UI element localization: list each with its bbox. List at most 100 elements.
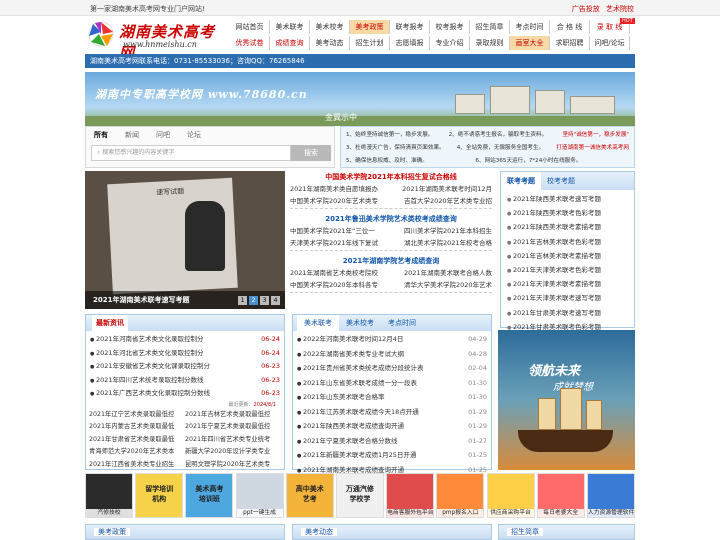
- exam-news-row[interactable]: ● 2021年陕西美术联考成绩查询开通 01-29: [293, 420, 491, 435]
- headline-link[interactable]: 2021年湖南美术联考合格人数: [404, 267, 492, 279]
- headline-link[interactable]: 中国美术学院2020年本科各专: [290, 279, 378, 291]
- news-row[interactable]: ● 2021年广西艺术类文化录取控制分数线 06-23: [86, 387, 284, 401]
- nav-item[interactable]: 录取规则: [470, 36, 510, 50]
- headline-link[interactable]: 2021年湖南美术类自愿填报办: [290, 183, 378, 195]
- nav-item[interactable]: 志愿填报: [390, 36, 430, 50]
- exam-news-row[interactable]: ● 2021年贵州省美术类统考成绩分段统计表 02-04: [293, 362, 491, 377]
- ad-tile[interactable]: ppt一键生成: [235, 473, 284, 518]
- headline-link[interactable]: 湖北美术学院2021年校考合格: [404, 237, 492, 249]
- news-grid-link[interactable]: 2021年辽宁艺术类录取最低控: [89, 409, 185, 421]
- nav-item[interactable]: 优秀试卷: [230, 36, 270, 50]
- banner-ad[interactable]: 湖南中专职高学校网 www.78680.cn 金冀示中: [85, 72, 635, 126]
- news-grid-link[interactable]: 昆明文理学院2020年艺术类专: [185, 459, 281, 471]
- nav-item[interactable]: 招生简章: [470, 20, 510, 34]
- headline-link[interactable]: 天津美术学院2021年线下复试: [290, 237, 378, 249]
- nav-item[interactable]: 问吧/论坛: [590, 36, 630, 50]
- ad-tile[interactable]: 万通汽修 学校学: [335, 473, 384, 518]
- exam-news-row[interactable]: ● 2022年河南美术联考时间12月4日 04-29: [293, 333, 491, 348]
- nav-item[interactable]: 美术校考: [310, 20, 350, 34]
- site-logo[interactable]: 湖南美术高考网 www.hnmeishu.cn: [87, 18, 227, 62]
- news-row[interactable]: ● 2021年河北省艺术类文化录取控制分 06-24: [86, 347, 284, 361]
- ad-tile[interactable]: 高中美术 艺考: [285, 473, 334, 518]
- tab-art-joint-exam[interactable]: 美术联考: [297, 315, 339, 331]
- ad-tile[interactable]: 汽修技校: [85, 473, 133, 518]
- exam-question-link[interactable]: ● 2021年甘肃美术联考速写考题: [507, 307, 628, 321]
- news-grid-link[interactable]: 2021年宁夏艺术类录取最低控: [185, 421, 281, 433]
- nav-item[interactable]: 校考报考: [430, 20, 470, 34]
- news-row[interactable]: ● 2021年四川艺术统考录取控制分数线 06-23: [86, 374, 284, 388]
- tab-art-school-exam[interactable]: 美术校考: [339, 315, 381, 331]
- headline-link[interactable]: 四川美术学院2021年本科招生: [404, 225, 492, 237]
- exam-question-link[interactable]: ● 2021年陕西美术联考色彩考题: [507, 207, 628, 221]
- headline-link[interactable]: 2021年湖南美术联考时间12月: [402, 183, 492, 195]
- slide-dot-1[interactable]: 1: [238, 296, 247, 305]
- notice-highlight[interactable]: 打造湖南第一诚信美术高考网: [556, 142, 629, 155]
- search-tab-news[interactable]: 新闻: [125, 130, 139, 140]
- nav-item[interactable]: 考点时间: [510, 20, 550, 34]
- ad-tile[interactable]: 供应商采购平台: [486, 473, 535, 518]
- search-input[interactable]: ⌕ 搜索您感兴趣的内容关键字: [91, 145, 291, 161]
- headline-link[interactable]: 中国美术学院2020年艺术类专: [290, 195, 378, 207]
- exam-question-link[interactable]: ● 2021年吉林美术联考色彩考题: [507, 236, 628, 250]
- headline-link[interactable]: 清华大学美术学院2020年艺术: [404, 279, 492, 291]
- search-button[interactable]: 搜索: [291, 145, 331, 161]
- exam-question-link[interactable]: ● 2021年陕西美术联考素描考题: [507, 221, 628, 235]
- headline-title[interactable]: 2021年湖南学院艺考成绩查询: [290, 255, 492, 267]
- headline-title[interactable]: 2021年鲁迅美术学院艺术类校考成绩查询: [290, 213, 492, 225]
- nav-item[interactable]: 美考政策: [350, 20, 390, 34]
- exam-question-link[interactable]: ● 2021年天津美术联考色彩考题: [507, 264, 628, 278]
- ad-link[interactable]: 广告投放: [572, 5, 600, 13]
- slide-dot-3[interactable]: 3: [260, 296, 269, 305]
- exam-question-link[interactable]: ● 2021年天津美术联考速写考题: [507, 292, 628, 306]
- news-row[interactable]: ● 2021年河南省艺术类文化录取控制分 06-24: [86, 333, 284, 347]
- slideshow[interactable]: 速写试题 2021年湖南美术联考速写考题 1 2 3 4: [85, 171, 285, 309]
- headline-link[interactable]: 2021年湖南省艺术类校考院校: [290, 267, 378, 279]
- headline-link[interactable]: 中国美术学院2021年“三位一: [290, 225, 375, 237]
- admission-section-title[interactable]: 招生简章: [507, 528, 543, 536]
- notice-highlight[interactable]: 坚持"诚信第一，稳步发展": [562, 129, 629, 142]
- news-grid-link[interactable]: 2021年吉林艺术类录取最低控: [185, 409, 281, 421]
- nav-item[interactable]: 画室大全: [510, 36, 550, 50]
- nav-item[interactable]: 招生计划: [350, 36, 390, 50]
- news-grid-link[interactable]: 2021年甘肃省艺术类录取最低: [89, 434, 185, 446]
- news-grid-link[interactable]: 2021年四川省艺术类专业统考: [185, 434, 281, 446]
- slide-dot-4[interactable]: 4: [271, 296, 280, 305]
- news-grid-link[interactable]: 2021年内蒙古艺术类录取最低: [89, 421, 185, 433]
- nav-item[interactable]: 合 格 线: [550, 20, 590, 34]
- slide-dot-2[interactable]: 2: [249, 296, 258, 305]
- ship-banner-ad[interactable]: 领航未来 成就梦想: [498, 330, 635, 470]
- exam-news-row[interactable]: ● 2021年新疆美术联考成绩1月25日开通 01-25: [293, 449, 491, 464]
- news-section-title[interactable]: 美考动态: [301, 528, 337, 536]
- ad-tile[interactable]: 留学培训 机构: [135, 473, 184, 518]
- policy-section-title[interactable]: 美考政策: [94, 528, 130, 536]
- exam-question-link[interactable]: ● 2021年天津美术联考素描考题: [507, 278, 628, 292]
- nav-item[interactable]: 美考动态: [310, 36, 350, 50]
- ad-tile[interactable]: pmp报名入口: [436, 473, 485, 518]
- search-tab-forum[interactable]: 论坛: [187, 130, 201, 140]
- news-grid-link[interactable]: 2021年江西省美术类专业招生: [89, 459, 185, 471]
- ad-tile[interactable]: 每日老婆大全: [536, 473, 585, 518]
- exam-question-link[interactable]: ● 2021年陕西美术联考速写考题: [507, 193, 628, 207]
- ad-tile[interactable]: 美术高考 培训班: [185, 473, 234, 518]
- nav-item[interactable]: 美术联考: [270, 20, 310, 34]
- tab-school-exam[interactable]: 校考考题: [541, 172, 581, 190]
- nav-item[interactable]: 网站首页: [230, 20, 270, 34]
- search-tab-all[interactable]: 所有: [94, 130, 108, 140]
- tab-joint-exam[interactable]: 联考考题: [501, 172, 541, 190]
- search-tab-ask[interactable]: 问吧: [156, 130, 170, 140]
- nav-item[interactable]: 专业介绍: [430, 36, 470, 50]
- headline-title[interactable]: 中国美术学院2021年本科招生复试合格线: [290, 171, 492, 183]
- headline-link[interactable]: 吉首大学2020年艺术类专业招: [404, 195, 492, 207]
- nav-item[interactable]: 联考报考: [390, 20, 430, 34]
- nav-item[interactable]: 成绩查询: [270, 36, 310, 50]
- art-school-link[interactable]: 艺术院校: [606, 5, 634, 13]
- news-grid-link[interactable]: 青海师范大学2020年艺术类本: [89, 446, 185, 458]
- exam-news-row[interactable]: ● 2021年山东省美术联考成绩一分一段表 01-30: [293, 377, 491, 392]
- exam-news-row[interactable]: ● 2021年江苏美术联考成绩今天18点开通 01-29: [293, 406, 491, 421]
- exam-question-link[interactable]: ● 2021年吉林美术联考素描考题: [507, 250, 628, 264]
- ad-tile[interactable]: 人力资源管理软件: [586, 473, 635, 518]
- nav-item[interactable]: 求职招聘: [550, 36, 590, 50]
- news-row[interactable]: ● 2021年安徽省艺术类文化课录取控制分 06-23: [86, 360, 284, 374]
- exam-news-row[interactable]: ● 2021年宁夏美术联考合格分数线 01-27: [293, 435, 491, 450]
- exam-news-row[interactable]: ● 2021年山东美术联考合格率 01-30: [293, 391, 491, 406]
